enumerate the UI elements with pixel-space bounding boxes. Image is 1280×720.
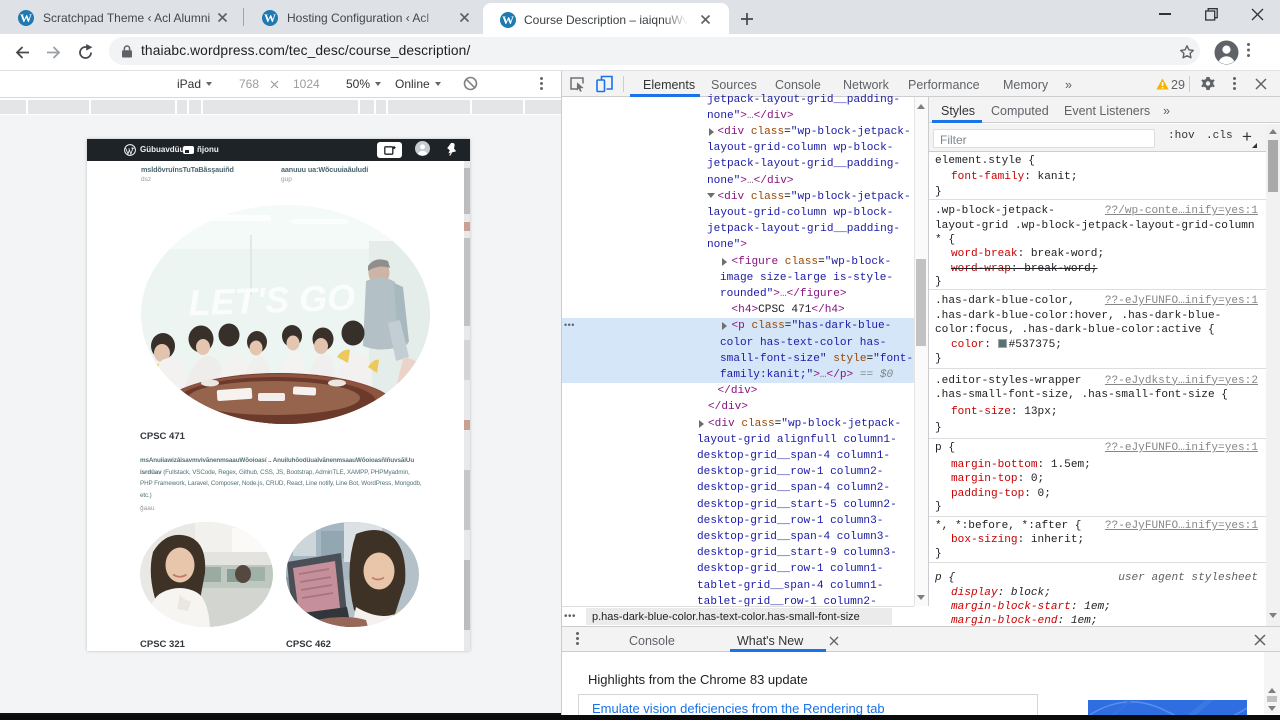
svg-text:W: W (264, 11, 276, 25)
svg-text:W: W (502, 13, 514, 27)
svg-text:LET'S GO: LET'S GO (188, 277, 356, 324)
svg-text:W: W (20, 11, 32, 25)
